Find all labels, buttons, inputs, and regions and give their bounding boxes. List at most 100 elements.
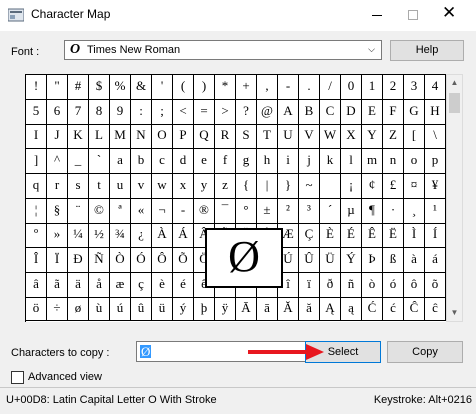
grid-cell[interactable]: ä	[68, 272, 89, 298]
grid-cell[interactable]: å	[89, 272, 110, 298]
grid-cell[interactable]: b	[131, 149, 152, 175]
grid-cell[interactable]: ¥	[425, 173, 446, 199]
grid-cell[interactable]: m	[362, 149, 383, 175]
grid-cell[interactable]: Ì	[404, 223, 425, 249]
grid-cell[interactable]: 3	[404, 75, 425, 100]
grid-cell[interactable]: {	[236, 173, 257, 199]
grid-cell[interactable]: è	[152, 272, 173, 298]
grid-cell[interactable]: -	[173, 198, 194, 224]
grid-cell[interactable]: P	[173, 124, 194, 150]
grid-cell[interactable]: ¤	[404, 173, 425, 199]
grid-cell[interactable]: =	[194, 99, 215, 125]
grid-cell[interactable]: h	[257, 149, 278, 175]
grid-cell[interactable]: ª	[110, 198, 131, 224]
grid-cell[interactable]: 4	[425, 75, 446, 100]
font-dropdown[interactable]: O Times New Roman ⌵	[64, 40, 382, 60]
grid-cell[interactable]: 7	[68, 99, 89, 125]
grid-cell[interactable]: Ó	[131, 247, 152, 273]
grid-cell[interactable]	[320, 173, 341, 199]
grid-cell[interactable]: B	[299, 99, 320, 125]
grid-cell[interactable]: A	[278, 99, 299, 125]
grid-cell[interactable]: L	[89, 124, 110, 150]
grid-cell[interactable]: õ	[425, 272, 446, 298]
grid-cell[interactable]: Ý	[341, 247, 362, 273]
grid-cell[interactable]: µ	[341, 198, 362, 224]
grid-cell[interactable]: ß	[383, 247, 404, 273]
grid-cell[interactable]: H	[425, 99, 446, 125]
grid-cell[interactable]: K	[68, 124, 89, 150]
grid-cell[interactable]: z	[215, 173, 236, 199]
help-button[interactable]: Help	[390, 40, 464, 61]
grid-cell[interactable]: Y	[362, 124, 383, 150]
grid-cell[interactable]: ;	[152, 99, 173, 125]
grid-cell[interactable]: ã	[47, 272, 68, 298]
grid-cell[interactable]: ó	[383, 272, 404, 298]
grid-cell[interactable]: o	[404, 149, 425, 175]
grid-cell[interactable]: u	[110, 173, 131, 199]
scroll-down-icon[interactable]: ▼	[447, 305, 462, 321]
grid-cell[interactable]: q	[26, 173, 47, 199]
grid-cell[interactable]: g	[236, 149, 257, 175]
grid-cell[interactable]: »	[47, 223, 68, 249]
grid-cell[interactable]: i	[278, 149, 299, 175]
grid-cell[interactable]: é	[173, 272, 194, 298]
grid-cell[interactable]: Ç	[299, 223, 320, 249]
grid-cell[interactable]: ¶	[362, 198, 383, 224]
grid-cell[interactable]: Ð	[68, 247, 89, 273]
grid-cell[interactable]: 1	[362, 75, 383, 100]
grid-cell[interactable]: $	[89, 75, 110, 100]
grid-cell[interactable]: ¾	[110, 223, 131, 249]
grid-cell[interactable]: ¼	[68, 223, 89, 249]
grid-cell[interactable]: ð	[320, 272, 341, 298]
grid-cell[interactable]: \	[425, 124, 446, 150]
close-button[interactable]: ✕	[432, 0, 468, 31]
grid-cell[interactable]: r	[47, 173, 68, 199]
grid-cell[interactable]: ¡	[341, 173, 362, 199]
grid-cell[interactable]: Q	[194, 124, 215, 150]
grid-cell[interactable]: Ā	[236, 297, 257, 322]
grid-cell[interactable]: 8	[89, 99, 110, 125]
grid-cell[interactable]: ¿	[131, 223, 152, 249]
grid-cell[interactable]: Ă	[278, 297, 299, 322]
grid-cell[interactable]: Ï	[47, 247, 68, 273]
grid-cell[interactable]: â	[26, 272, 47, 298]
grid-cell[interactable]: ·	[383, 198, 404, 224]
grid-cell[interactable]: ć	[383, 297, 404, 322]
grid-cell[interactable]: %	[110, 75, 131, 100]
grid-cell[interactable]: s	[68, 173, 89, 199]
grid-cell[interactable]: &	[131, 75, 152, 100]
copy-button[interactable]: Copy	[387, 341, 463, 363]
grid-cell[interactable]: T	[257, 124, 278, 150]
grid-cell[interactable]: ö	[26, 297, 47, 322]
grid-cell[interactable]: !	[26, 75, 47, 100]
grid-cell[interactable]: ®	[194, 198, 215, 224]
grid-cell[interactable]: E	[362, 99, 383, 125]
grid-cell[interactable]: Û	[299, 247, 320, 273]
grid-cell[interactable]: ă	[299, 297, 320, 322]
grid-cell[interactable]: `	[89, 149, 110, 175]
grid-cell[interactable]: N	[131, 124, 152, 150]
grid-cell[interactable]: ´	[320, 198, 341, 224]
grid-cell[interactable]: 6	[47, 99, 68, 125]
scroll-thumb[interactable]	[449, 93, 460, 113]
grid-cell[interactable]: È	[320, 223, 341, 249]
grid-cell[interactable]: Í	[425, 223, 446, 249]
grid-cell[interactable]: ü	[152, 297, 173, 322]
grid-cell[interactable]: *	[215, 75, 236, 100]
grid-cell[interactable]: C	[320, 99, 341, 125]
grid-cell[interactable]: À	[152, 223, 173, 249]
grid-cell[interactable]: ú	[110, 297, 131, 322]
minimize-button[interactable]	[359, 0, 395, 31]
grid-cell[interactable]: M	[110, 124, 131, 150]
grid-cell[interactable]: Á	[173, 223, 194, 249]
grid-cell[interactable]: Ê	[362, 223, 383, 249]
advanced-view-checkbox[interactable]	[11, 371, 24, 384]
grid-cell[interactable]: v	[131, 173, 152, 199]
grid-cell[interactable]: d	[173, 149, 194, 175]
grid-cell[interactable]: k	[320, 149, 341, 175]
grid-cell[interactable]: Î	[26, 247, 47, 273]
grid-cell[interactable]: U	[278, 124, 299, 150]
grid-cell[interactable]: ,	[257, 75, 278, 100]
grid-cell[interactable]: ¢	[362, 173, 383, 199]
grid-cell[interactable]: ³	[299, 198, 320, 224]
